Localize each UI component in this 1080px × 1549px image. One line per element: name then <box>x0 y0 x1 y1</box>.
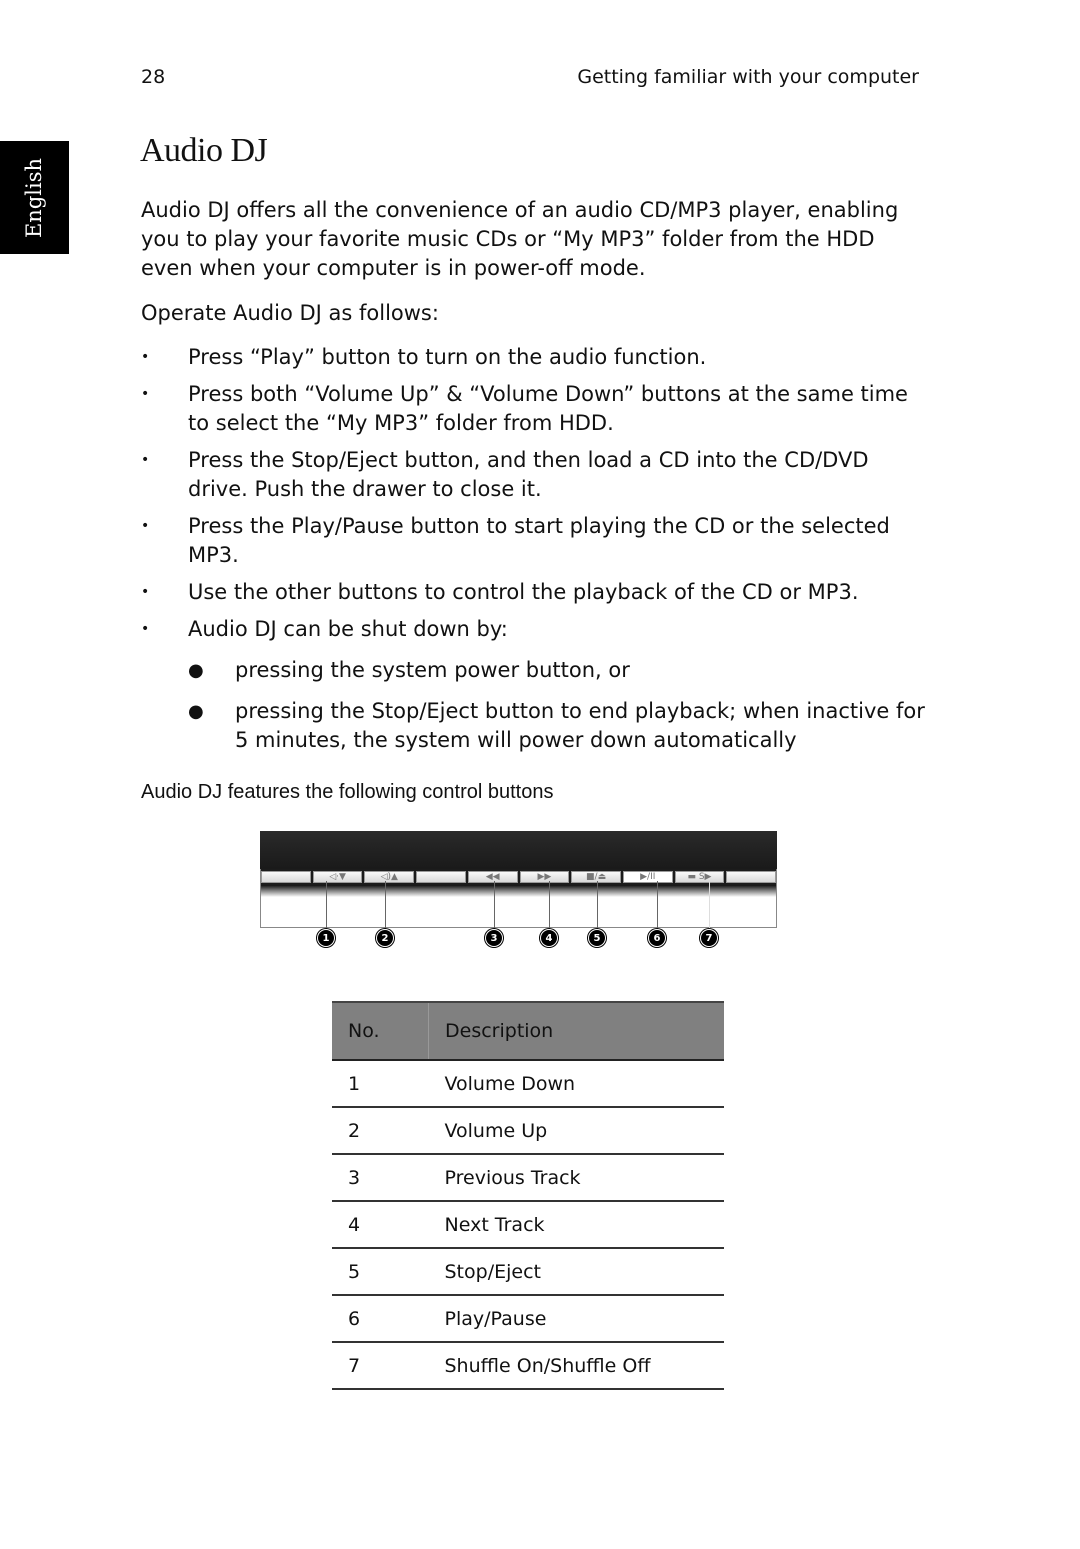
cell-description: Volume Up <box>428 1107 724 1155</box>
page-number: 28 <box>141 66 166 88</box>
cell-description: Volume Down <box>428 1060 724 1108</box>
cell-no: 5 <box>332 1248 429 1296</box>
table-row: 6 Play/Pause <box>332 1295 724 1343</box>
callout-7: 7 <box>701 930 717 946</box>
instruction-list: • Press “Play” button to turn on the audi… <box>141 343 931 767</box>
section-title: Audio DJ <box>140 132 268 169</box>
leader-line <box>385 881 386 931</box>
table-row: 3 Previous Track <box>332 1154 724 1202</box>
table-row: 2 Volume Up <box>332 1107 724 1155</box>
cell-no: 7 <box>332 1342 429 1390</box>
language-tab-label: English <box>22 157 47 238</box>
table-row: 4 Next Track <box>332 1201 724 1249</box>
button-description-table: No. Description 1 Volume Down 2 Volume Up … <box>332 1001 724 1390</box>
list-item: • Press “Play” button to turn on the audi… <box>141 343 931 372</box>
list-item: • Press the Stop/Eject button, and then l… <box>141 448 869 501</box>
bullet-icon: • <box>141 584 150 600</box>
bullet-icon: • <box>141 386 150 402</box>
language-tab: English <box>0 141 69 254</box>
sub-list-item: ● pressing the Stop/Eject button to end p… <box>188 699 925 752</box>
callout-4: 4 <box>541 930 557 946</box>
table-header-row: No. Description <box>332 1001 724 1061</box>
table-row: 1 Volume Down <box>332 1060 724 1108</box>
callout-2: 2 <box>377 930 393 946</box>
column-header-description: Description <box>428 1001 724 1061</box>
sub-list: ● pressing the system power button, or ● p… <box>188 656 931 755</box>
bullet-icon: • <box>141 518 150 534</box>
callout-1: 1 <box>318 930 334 946</box>
cell-no: 3 <box>332 1154 429 1202</box>
cell-no: 1 <box>332 1060 429 1108</box>
callout-6: 6 <box>649 930 665 946</box>
leader-line <box>657 881 658 931</box>
cell-description: Play/Pause <box>428 1295 724 1343</box>
callout-3: 3 <box>486 930 502 946</box>
leader-line <box>326 881 327 931</box>
panel-top <box>260 831 777 869</box>
sub-list-item: ● pressing the system power button, or <box>188 656 931 685</box>
bullet-icon: • <box>141 452 150 468</box>
panel-frame <box>260 869 777 928</box>
cell-no: 4 <box>332 1201 429 1249</box>
list-item: • Use the other buttons to control the pl… <box>141 578 931 607</box>
list-item: • Audio DJ can be shut down by: ● pressing… <box>141 615 931 755</box>
cell-description: Shuffle On/Shuffle Off <box>428 1342 724 1390</box>
leader-line <box>709 881 710 931</box>
cell-description: Stop/Eject <box>428 1248 724 1296</box>
table-row: 7 Shuffle On/Shuffle Off <box>332 1342 724 1390</box>
cell-description: Next Track <box>428 1201 724 1249</box>
callout-5: 5 <box>589 930 605 946</box>
leader-line <box>549 881 550 931</box>
bullet-icon: ● <box>188 660 204 681</box>
leader-line <box>494 881 495 931</box>
leader-line <box>597 881 598 931</box>
control-panel-illustration: ◁·▼ ◁)▲ ◀◀ ▶▶ ■/⏏ ▶/II ▬ S▶ 1 2 3 4 5 6 … <box>260 831 777 946</box>
chapter-title: Getting familiar with your computer <box>577 66 919 88</box>
bullet-icon: • <box>141 621 150 637</box>
cell-description: Previous Track <box>428 1154 724 1202</box>
figure-caption: Audio DJ features the following control … <box>141 781 554 803</box>
bullet-icon: ● <box>188 701 204 722</box>
intro-paragraph: Audio DJ offers all the convenience of a… <box>141 198 899 280</box>
column-header-no: No. <box>332 1001 429 1061</box>
instructions-lead: Operate Audio DJ as follows: <box>141 301 439 325</box>
cell-no: 6 <box>332 1295 429 1343</box>
list-item: • Press both “Volume Up” & “Volume Down” … <box>141 382 908 435</box>
cell-no: 2 <box>332 1107 429 1155</box>
table-row: 5 Stop/Eject <box>332 1248 724 1296</box>
list-item: • Press the Play/Pause button to start pl… <box>141 514 890 567</box>
bullet-icon: • <box>141 349 150 365</box>
